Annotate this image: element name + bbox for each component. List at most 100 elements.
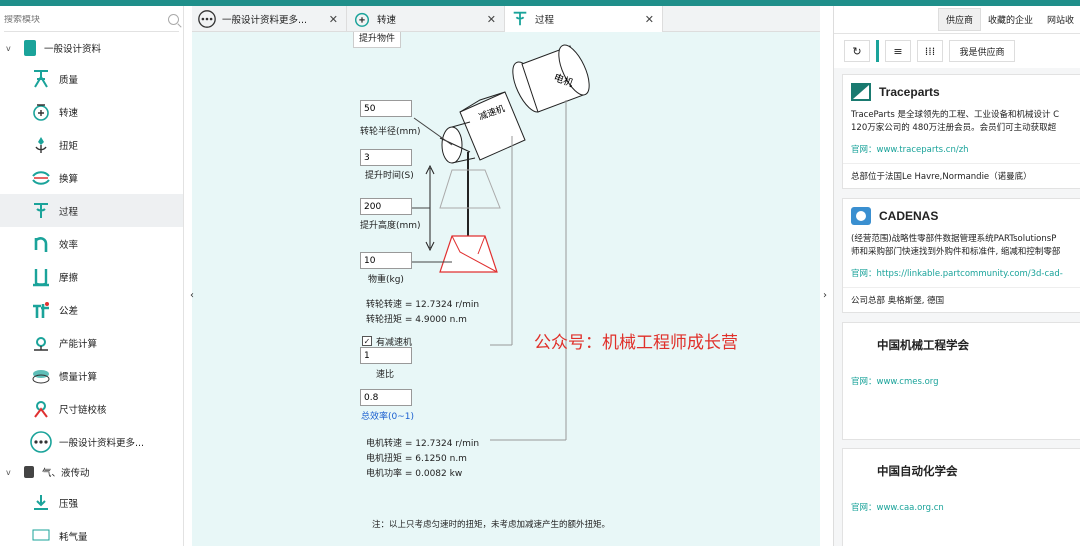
close-icon[interactable]: ✕ [329,13,338,26]
tab-suppliers[interactable]: 供应商 [938,8,982,31]
sidebar-item-efficiency[interactable]: 效率 [0,227,183,260]
reducer-drawing: 减速机 [459,91,526,161]
ratio-label: 速比 [376,370,395,380]
tab-sites[interactable]: 网站收 [1040,9,1080,30]
weight-label: 物重(kg) [368,275,404,285]
sidebar-item-more[interactable]: 一般设计资料更多... [0,425,183,458]
sidebar-item-capacity[interactable]: 产能计算 [0,326,183,359]
radius-input[interactable] [360,100,412,117]
motor-torque-result: 电机扭矩 = 6.1250 n.m [366,454,467,464]
collapse-right-icon[interactable]: › [823,290,827,301]
height-input[interactable] [360,198,412,215]
tab-label: 一般设计资料更多... [222,15,308,26]
sidebar-item-speed[interactable]: 转速 [0,95,183,128]
tab-speed[interactable]: 转速 ✕ [347,6,505,32]
sidebar-item-label: 压强 [59,498,79,510]
supplier-card[interactable]: Traceparts TraceParts 是全球领先的工程、工业设备和机械设计… [842,74,1080,189]
sidebar-item-friction[interactable]: 摩擦 [0,260,183,293]
wheel-torque-result: 转轮扭矩 = 4.9000 n.m [366,315,467,325]
height-label: 提升高度(mm) [360,221,421,231]
i-am-supplier-button[interactable]: 我是供应商 [949,40,1015,62]
tab-favorites[interactable]: 收藏的企业 [981,9,1040,30]
mass-icon [30,68,52,90]
sidebar-item-label: 公差 [59,305,79,317]
supplier-panel: 供应商 收藏的企业 网站收 ↻ ≡ ⁞⁞⁞ 我是供应商 Traceparts T… [833,6,1080,546]
motor-speed-result: 电机转速 = 12.7324 r/min [366,439,480,449]
card-name: 中国自动化学会 [877,464,958,478]
sidebar-item-label: 耗气量 [59,531,88,543]
sidebar-item-convert[interactable]: 换算 [0,161,183,194]
card-desc: 师和采购部门快速找到外购件和标准件, 缩减和控制零部 [851,247,1061,257]
sidebar-item-torque[interactable]: 扭矩 [0,128,183,161]
card-desc: 120万家公司的 480万注册会员。会员们可主动获取超 [851,123,1057,133]
card-name: 中国机械工程学会 [877,338,969,352]
convert-icon [30,167,52,189]
sidebar: v 一般设计资料 质量 转速 扭矩 换算 过程 效率 摩擦 公差 产能计算 惯量 [0,6,184,546]
right-tabs: 供应商 收藏的企业 网站收 [834,6,1080,34]
search-icon[interactable] [168,14,179,25]
time-input[interactable] [360,149,412,166]
sidebar-item-label: 摩擦 [59,272,79,284]
group-label: 气、液传动 [42,468,90,479]
close-icon[interactable]: ✕ [645,13,654,26]
supplier-card[interactable]: 中国自动化学会 官网：www.caa.org.cn [842,448,1080,546]
card-website-link[interactable]: 官网：https://linkable.partcommunity.com/3d… [843,259,1080,287]
list-view-icon[interactable]: ≡ [885,40,911,62]
sidebar-item-label: 换算 [59,173,79,185]
sidebar-item-label: 过程 [59,206,79,218]
card-desc: (经营范围)战略性零部件数据管理系统PARTsolutionsP [851,234,1057,244]
collapse-left-icon[interactable]: ‹ [190,290,194,301]
capacity-icon [30,332,52,354]
chevron-down-icon[interactable]: v [6,44,18,53]
sidebar-item-label: 一般设计资料更多... [59,437,145,449]
time-label: 提升时间(S) [365,171,414,181]
sidebar-item-air[interactable]: 耗气量 [0,519,183,546]
sidebar-item-inertia[interactable]: 惯量计算 [0,359,183,392]
air-icon [30,525,52,546]
footnote: 注：以上只考虑匀速时的扭矩，未考虑加减速产生的额外扭矩。 [372,520,611,530]
tab-more[interactable]: 一般设计资料更多... ✕ [192,6,347,32]
sidebar-item-tolerance[interactable]: 公差 [0,293,183,326]
sidebar-item-dimension-chain[interactable]: 尺寸链校核 [0,392,183,425]
tolerance-icon [30,299,52,321]
tab-process[interactable]: 过程 ✕ [505,6,663,32]
pressure-icon [30,492,52,514]
inertia-icon [30,365,52,387]
refresh-icon[interactable]: ↻ [844,40,870,62]
card-website-link[interactable]: 官网：www.cmes.org [843,367,1080,395]
cadenas-logo [851,207,871,225]
card-name: CADENAS [879,209,939,223]
supplier-card[interactable]: 中国机械工程学会 官网：www.cmes.org [842,322,1080,440]
weight-input[interactable] [360,252,412,269]
search-box [4,8,179,32]
hydraulic-icon [24,466,34,478]
sidebar-item-label: 尺寸链校核 [59,404,107,416]
card-website-link[interactable]: 官网：www.traceparts.cn/zh [843,135,1080,163]
card-footer: 总部位于法国Le Havre,Normandie（诺曼底） [843,163,1080,188]
card-website-link[interactable]: 官网：www.caa.org.cn [843,493,1080,521]
ratio-input[interactable] [360,347,412,364]
torque-icon [30,134,52,156]
search-input[interactable] [4,14,154,25]
tab-label: 过程 [535,15,555,26]
sidebar-item-mass[interactable]: 质量 [0,62,183,95]
divider [876,40,879,62]
sidebar-item-label: 转速 [59,107,79,119]
efficiency-icon [30,233,52,255]
sidebar-item-pressure[interactable]: 压强 [0,486,183,519]
reducer-checkbox[interactable]: ✓ [362,336,372,346]
tab-label: 转速 [377,15,397,26]
process-icon [30,200,52,222]
supplier-card[interactable]: CADENAS (经营范围)战略性零部件数据管理系统PARTsolutionsP… [842,198,1080,313]
chevron-down-icon[interactable]: v [6,468,18,477]
group-general-design[interactable]: v 一般设计资料 [0,34,183,62]
sidebar-item-label: 质量 [59,74,79,86]
close-icon[interactable]: ✕ [487,13,496,26]
efficiency-input[interactable] [360,389,412,406]
group-pneumatic[interactable]: v 气、液传动 [0,458,183,486]
sidebar-item-process[interactable]: 过程 [0,194,183,227]
grid-view-icon[interactable]: ⁞⁞⁞ [917,40,943,62]
sidebar-item-label: 惯量计算 [59,371,98,383]
watermark-text: 公众号：机械工程师成长营 [534,333,738,353]
traceparts-logo [851,83,871,101]
